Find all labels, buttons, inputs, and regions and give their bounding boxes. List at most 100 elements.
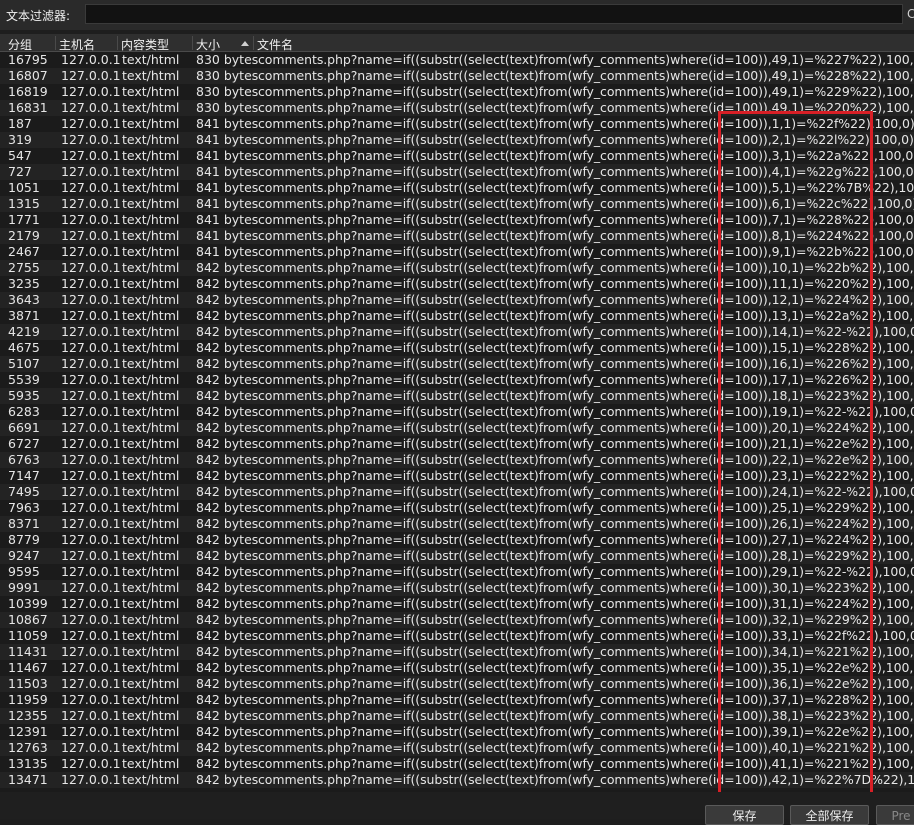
filename-cell: comments.php?name=if((substr((select(tex… <box>258 148 914 163</box>
size-cell: 841 bytes <box>196 244 259 259</box>
content-type-cell: text/html <box>122 548 180 563</box>
table-row[interactable]: 8779 127.0.0.1 text/html 842 bytes comments.… <box>0 532 914 548</box>
table-row[interactable]: 12391 127.0.0.1 text/html 842 bytes comments… <box>0 724 914 740</box>
filename-cell: comments.php?name=if((substr((select(tex… <box>258 548 914 563</box>
table-row[interactable]: 13135 127.0.0.1 text/html 842 bytes comments… <box>0 756 914 772</box>
host-cell: 127.0.0.1 <box>61 772 121 787</box>
table-row[interactable]: 11059 127.0.0.1 text/html 842 bytes comments… <box>0 628 914 644</box>
content-type-cell: text/html <box>122 644 180 659</box>
table-row[interactable]: 12355 127.0.0.1 text/html 842 bytes comments… <box>0 708 914 724</box>
group-cell: 8779 <box>8 532 40 547</box>
column-header-size[interactable]: 大小 <box>192 36 256 52</box>
table-row[interactable]: 1315 127.0.0.1 text/html 841 bytes comments.… <box>0 196 914 212</box>
filename-cell: comments.php?name=if((substr((select(tex… <box>258 308 914 323</box>
host-cell: 127.0.0.1 <box>61 244 121 259</box>
table-row[interactable]: 12763 127.0.0.1 text/html 842 bytes comments… <box>0 740 914 756</box>
column-header-content-type[interactable]: 内容类型 <box>117 36 193 52</box>
save-button[interactable]: 保存 <box>705 805 784 825</box>
content-type-cell: text/html <box>122 660 180 675</box>
table-row[interactable]: 5935 127.0.0.1 text/html 842 bytes comments.… <box>0 388 914 404</box>
filename-cell: comments.php?name=if((substr((select(tex… <box>258 644 914 659</box>
save-all-button[interactable]: 全部保存 <box>790 805 869 825</box>
table-row[interactable]: 9991 127.0.0.1 text/html 842 bytes comments.… <box>0 580 914 596</box>
table-row[interactable]: 9247 127.0.0.1 text/html 842 bytes comments.… <box>0 548 914 564</box>
filter-input[interactable] <box>85 4 903 24</box>
host-cell: 127.0.0.1 <box>61 452 121 467</box>
column-header-host[interactable]: 主机名 <box>55 36 117 52</box>
column-header-size-label: 大小 <box>196 38 221 52</box>
filename-cell: comments.php?name=if((substr((select(tex… <box>258 532 914 547</box>
table-row[interactable]: 187 127.0.0.1 text/html 841 bytes comments.p… <box>0 116 914 132</box>
column-header-group[interactable]: 分组 <box>0 36 56 52</box>
table-row[interactable]: 6283 127.0.0.1 text/html 842 bytes comments.… <box>0 404 914 420</box>
host-cell: 127.0.0.1 <box>61 356 121 371</box>
group-cell: 1051 <box>8 180 40 195</box>
host-cell: 127.0.0.1 <box>61 148 121 163</box>
table-body: 16795 127.0.0.1 text/html 830 bytes comments… <box>0 52 914 788</box>
table-row[interactable]: 1051 127.0.0.1 text/html 841 bytes comments.… <box>0 180 914 196</box>
table-row[interactable]: 11959 127.0.0.1 text/html 842 bytes comments… <box>0 692 914 708</box>
host-cell: 127.0.0.1 <box>61 612 121 627</box>
table-row[interactable]: 4675 127.0.0.1 text/html 842 bytes comments.… <box>0 340 914 356</box>
group-cell: 11059 <box>8 628 48 643</box>
content-type-cell: text/html <box>122 756 180 771</box>
table-row[interactable]: 6691 127.0.0.1 text/html 842 bytes comments.… <box>0 420 914 436</box>
group-cell: 5935 <box>8 388 40 403</box>
table-row[interactable]: 13471 127.0.0.1 text/html 842 bytes comments… <box>0 772 914 788</box>
table-row[interactable]: 10867 127.0.0.1 text/html 842 bytes comments… <box>0 612 914 628</box>
filter-clear-button[interactable]: C <box>907 7 914 21</box>
filename-cell: comments.php?name=if((substr((select(tex… <box>258 84 914 99</box>
host-cell: 127.0.0.1 <box>61 116 121 131</box>
table-row[interactable]: 16807 127.0.0.1 text/html 830 bytes comments… <box>0 68 914 84</box>
table-row[interactable]: 4219 127.0.0.1 text/html 842 bytes comments.… <box>0 324 914 340</box>
table-row[interactable]: 8371 127.0.0.1 text/html 842 bytes comments.… <box>0 516 914 532</box>
group-cell: 7963 <box>8 500 40 515</box>
table-header: 分组 主机名 内容类型 大小 文件名 <box>0 34 914 52</box>
table-row[interactable]: 2467 127.0.0.1 text/html 841 bytes comments.… <box>0 244 914 260</box>
table-row[interactable]: 2179 127.0.0.1 text/html 841 bytes comments.… <box>0 228 914 244</box>
group-cell: 10399 <box>8 596 48 611</box>
table-row[interactable]: 6727 127.0.0.1 text/html 842 bytes comments.… <box>0 436 914 452</box>
table-row[interactable]: 547 127.0.0.1 text/html 841 bytes comments.p… <box>0 148 914 164</box>
table-row[interactable]: 319 127.0.0.1 text/html 841 bytes comments.p… <box>0 132 914 148</box>
table-row[interactable]: 727 127.0.0.1 text/html 841 bytes comments.p… <box>0 164 914 180</box>
size-cell: 842 bytes <box>196 372 259 387</box>
table-row[interactable]: 5107 127.0.0.1 text/html 842 bytes comments.… <box>0 356 914 372</box>
table-row[interactable]: 5539 127.0.0.1 text/html 842 bytes comments.… <box>0 372 914 388</box>
size-cell: 841 bytes <box>196 180 259 195</box>
table-row[interactable]: 9595 127.0.0.1 text/html 842 bytes comments.… <box>0 564 914 580</box>
table-row[interactable]: 3235 127.0.0.1 text/html 842 bytes comments.… <box>0 276 914 292</box>
content-type-cell: text/html <box>122 228 180 243</box>
table-row[interactable]: 16831 127.0.0.1 text/html 830 bytes comments… <box>0 100 914 116</box>
table-row[interactable]: 1771 127.0.0.1 text/html 841 bytes comments.… <box>0 212 914 228</box>
table-row[interactable]: 6763 127.0.0.1 text/html 842 bytes comments.… <box>0 452 914 468</box>
table-row[interactable]: 16795 127.0.0.1 text/html 830 bytes comments… <box>0 52 914 68</box>
size-cell: 842 bytes <box>196 484 259 499</box>
filename-cell: comments.php?name=if((substr((select(tex… <box>258 420 914 435</box>
table-row[interactable]: 7963 127.0.0.1 text/html 842 bytes comments.… <box>0 500 914 516</box>
content-type-cell: text/html <box>122 564 180 579</box>
table-row[interactable]: 11431 127.0.0.1 text/html 842 bytes comments… <box>0 644 914 660</box>
column-header-filename[interactable]: 文件名 <box>253 36 914 52</box>
preview-button[interactable]: Pre <box>876 805 914 825</box>
content-type-cell: text/html <box>122 116 180 131</box>
table-row[interactable]: 11503 127.0.0.1 text/html 842 bytes comments… <box>0 676 914 692</box>
content-type-cell: text/html <box>122 372 180 387</box>
filename-cell: comments.php?name=if((substr((select(tex… <box>258 372 914 387</box>
filename-cell: comments.php?name=if((substr((select(tex… <box>258 724 914 739</box>
size-cell: 841 bytes <box>196 196 259 211</box>
size-cell: 842 bytes <box>196 612 259 627</box>
table-row[interactable]: 7495 127.0.0.1 text/html 842 bytes comments.… <box>0 484 914 500</box>
table-row[interactable]: 11467 127.0.0.1 text/html 842 bytes comments… <box>0 660 914 676</box>
table-row[interactable]: 7147 127.0.0.1 text/html 842 bytes comments.… <box>0 468 914 484</box>
content-type-cell: text/html <box>122 308 180 323</box>
content-type-cell: text/html <box>122 628 180 643</box>
filename-cell: comments.php?name=if((substr((select(tex… <box>258 404 914 419</box>
group-cell: 16819 <box>8 84 48 99</box>
table-row[interactable]: 3643 127.0.0.1 text/html 842 bytes comments.… <box>0 292 914 308</box>
table-row[interactable]: 16819 127.0.0.1 text/html 830 bytes comments… <box>0 84 914 100</box>
table-row[interactable]: 2755 127.0.0.1 text/html 842 bytes comments.… <box>0 260 914 276</box>
table-row[interactable]: 10399 127.0.0.1 text/html 842 bytes comments… <box>0 596 914 612</box>
table-row[interactable]: 3871 127.0.0.1 text/html 842 bytes comments.… <box>0 308 914 324</box>
host-cell: 127.0.0.1 <box>61 596 121 611</box>
